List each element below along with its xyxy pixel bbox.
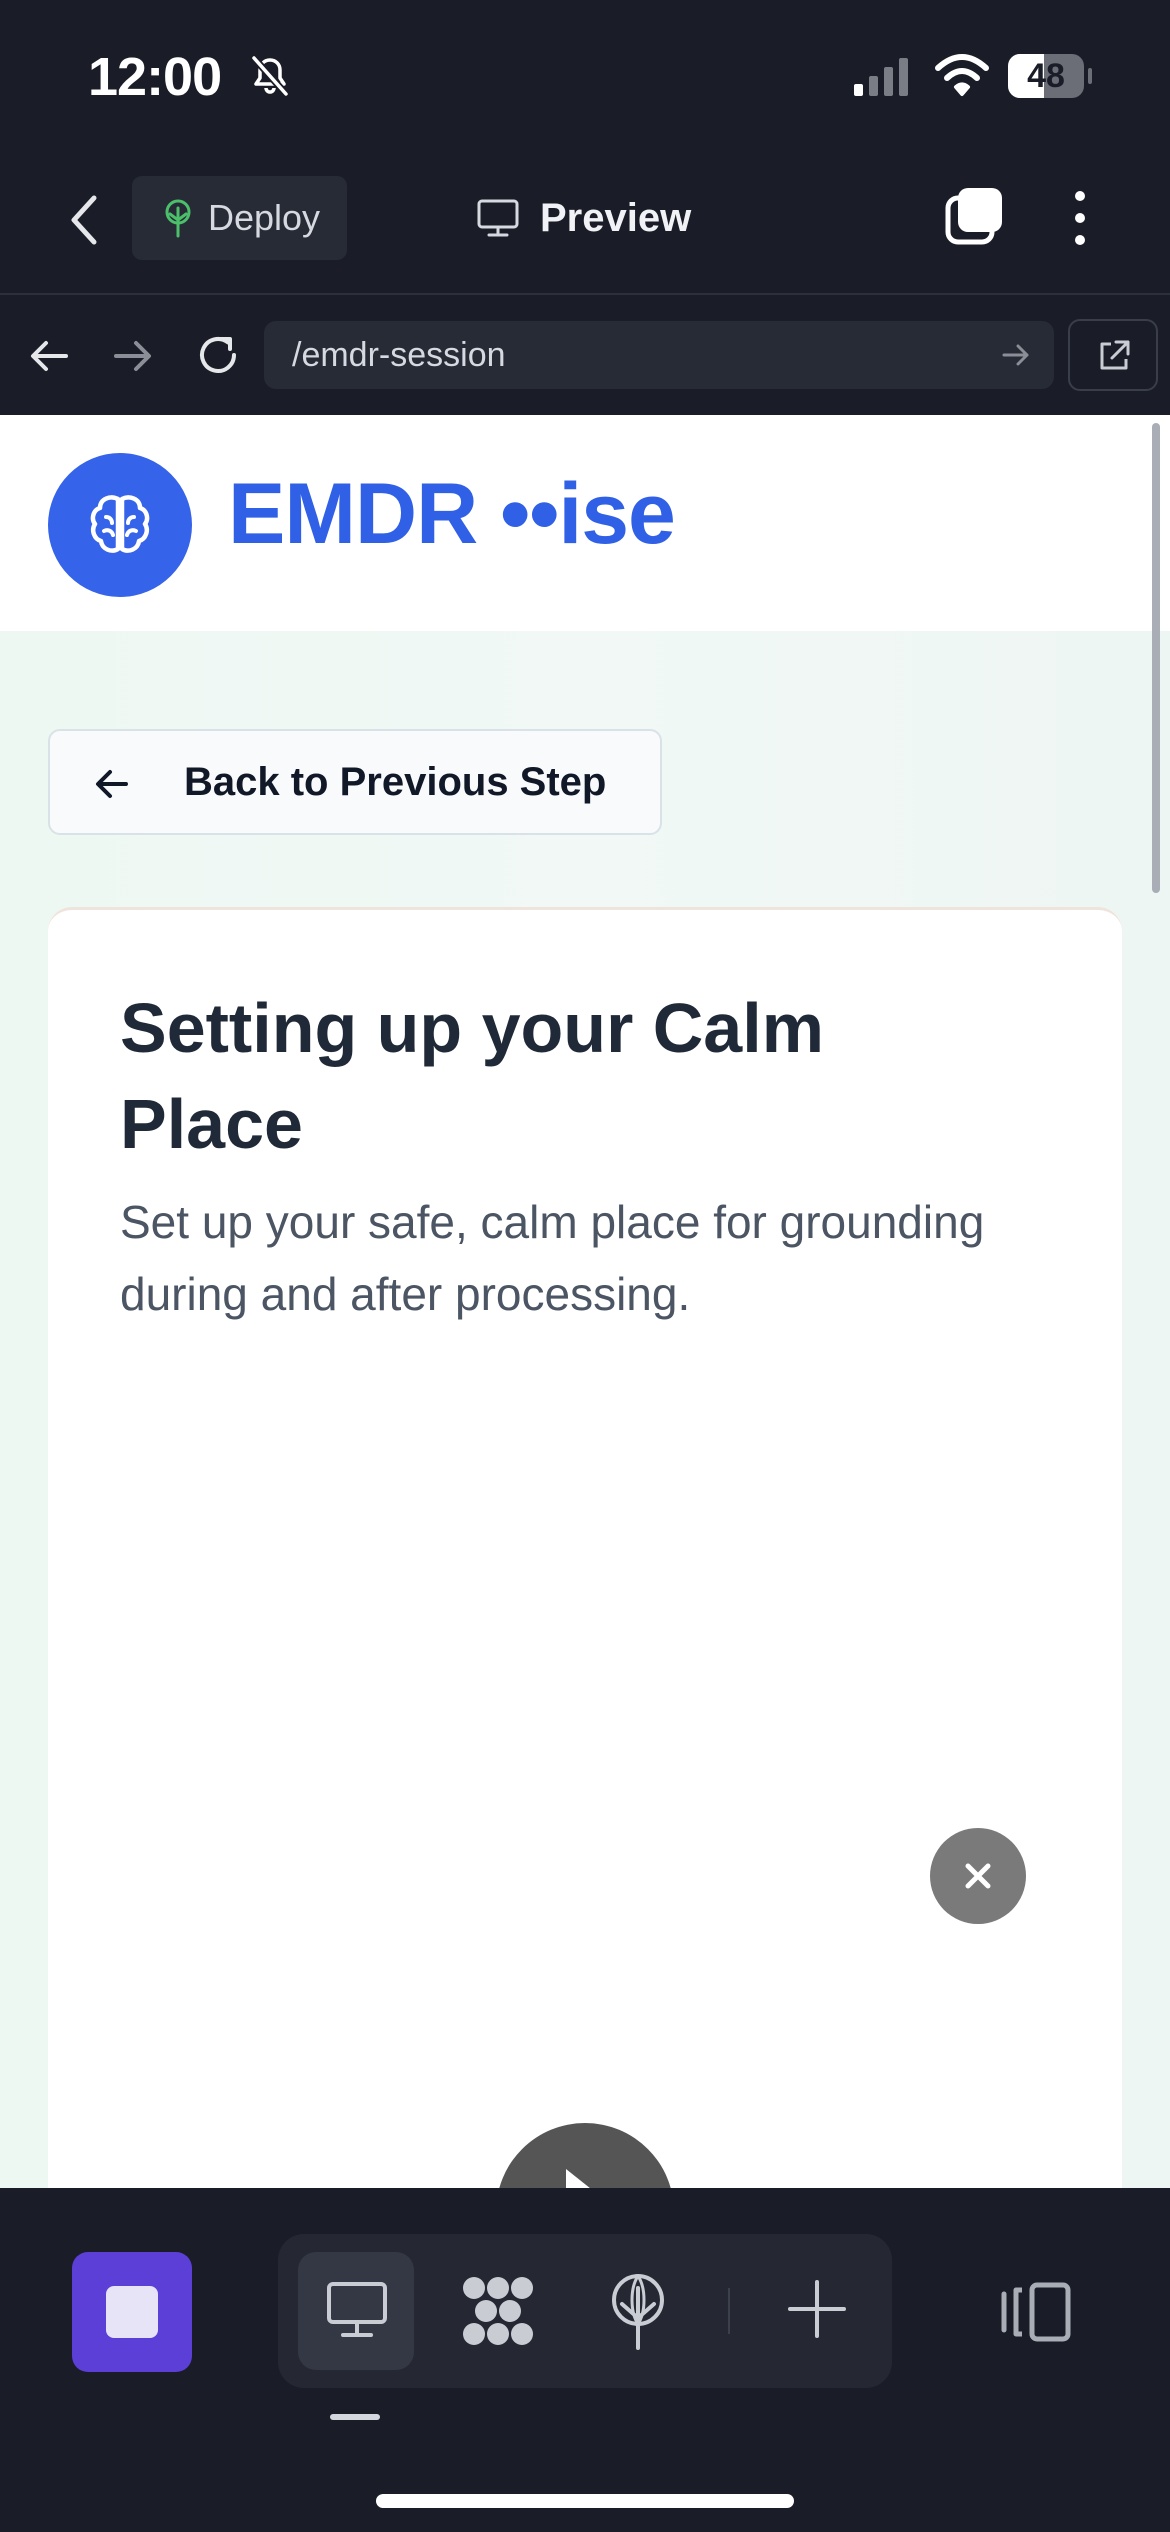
app-toolbar: Deploy Preview — [0, 150, 1170, 295]
brain-icon — [90, 495, 150, 553]
battery-icon: 48 — [1008, 54, 1092, 98]
close-icon — [965, 1863, 991, 1889]
external-link-icon — [1100, 340, 1130, 370]
tree-icon — [165, 199, 191, 238]
panel-icon[interactable] — [1000, 2282, 1072, 2342]
arrow-right-icon[interactable] — [1000, 339, 1032, 371]
open-external-button[interactable] — [1068, 319, 1158, 391]
preview-label: Preview — [540, 196, 692, 240]
status-time: 12:00 — [88, 47, 222, 107]
stop-button[interactable] — [72, 2252, 192, 2372]
browser-bar: /emdr-session — [0, 297, 1170, 415]
tabs-icon[interactable] — [944, 186, 1004, 246]
url-field[interactable]: /emdr-session — [264, 321, 1054, 389]
card-subtitle: Set up your safe, calm place for groundi… — [120, 1196, 985, 1320]
wifi-icon — [935, 54, 989, 96]
active-tab-indicator — [330, 2414, 380, 2420]
logo[interactable] — [48, 453, 192, 597]
url-text: /emdr-session — [292, 336, 506, 374]
desktop-icon — [327, 2282, 387, 2337]
back-to-previous-step-button[interactable]: Back to Previous Step — [48, 729, 662, 835]
deploy-tree-icon[interactable] — [608, 2274, 668, 2350]
card-title: Setting up your Calm Place — [120, 989, 824, 1163]
bottom-bar — [0, 2188, 1170, 2532]
plus-icon[interactable] — [786, 2278, 848, 2340]
cellular-signal-icon — [854, 58, 908, 96]
home-indicator[interactable] — [376, 2494, 794, 2508]
play-button[interactable] — [496, 2123, 674, 2188]
play-icon — [566, 2169, 590, 2188]
battery-level: 48 — [1027, 57, 1065, 95]
tool-group — [278, 2234, 892, 2388]
more-vertical-icon[interactable] — [1060, 186, 1100, 250]
preview-tab[interactable]: Preview — [476, 176, 736, 260]
desktop-view-button[interactable] — [298, 2252, 414, 2370]
arrow-right-icon[interactable] — [110, 333, 156, 379]
web-content: EMDR ••ise Back to Previous Step Setting… — [0, 415, 1170, 2188]
stop-icon — [106, 2286, 158, 2338]
monitor-icon — [477, 199, 519, 237]
calm-place-card: Setting up your Calm Place Set up your s… — [48, 907, 1122, 2188]
toolbar-divider — [728, 2288, 730, 2334]
bell-slash-icon — [251, 55, 289, 97]
site-header: EMDR ••ise — [0, 415, 1170, 893]
deploy-label: Deploy — [208, 197, 321, 238]
brand-name: EMDR ••ise — [228, 466, 676, 562]
deploy-button[interactable]: Deploy — [132, 176, 347, 260]
arrow-left-icon[interactable] — [26, 333, 72, 379]
reload-icon[interactable] — [194, 331, 242, 379]
grid-icon[interactable] — [460, 2274, 536, 2348]
back-step-label: Back to Previous Step — [184, 760, 607, 804]
scrollbar-thumb[interactable] — [1152, 423, 1160, 893]
chevron-left-icon[interactable] — [64, 190, 104, 250]
arrow-left-icon — [96, 770, 128, 798]
close-button[interactable] — [930, 1828, 1026, 1924]
status-bar: 12:00 48 — [0, 0, 1170, 150]
